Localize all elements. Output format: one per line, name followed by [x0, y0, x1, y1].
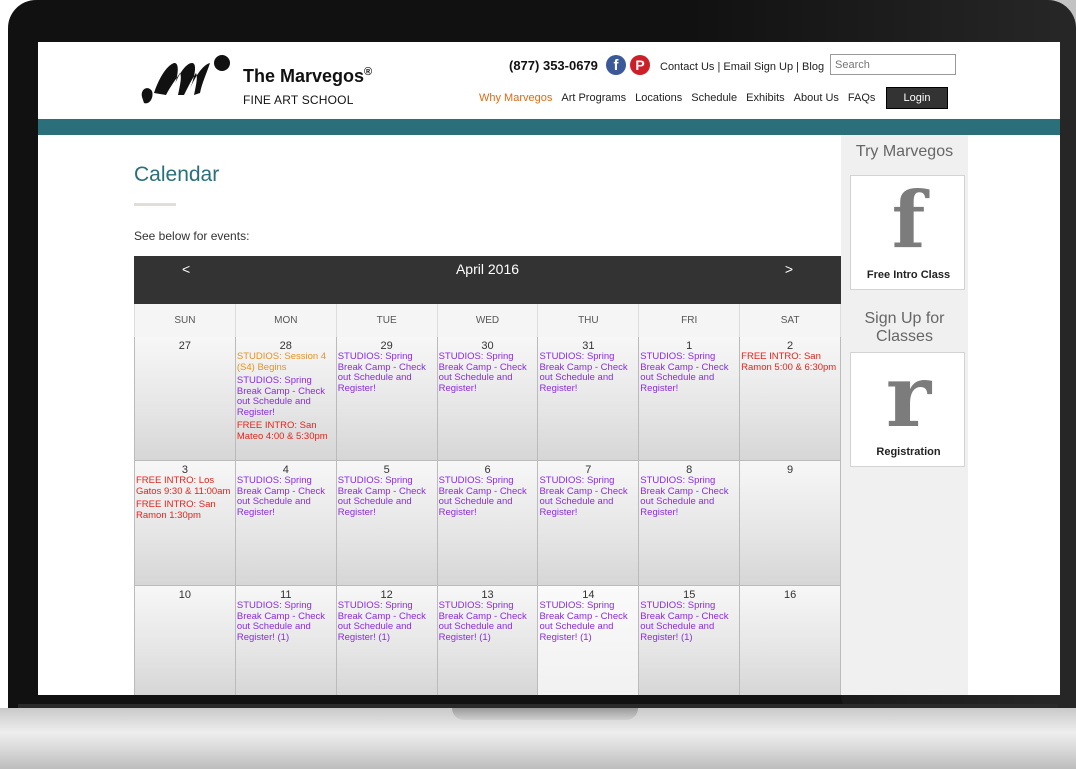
weekday-wed: WED	[438, 304, 539, 337]
header-divider-bar	[38, 119, 1060, 135]
calendar-day-cell[interactable]: 16	[740, 586, 842, 695]
calendar-event-link[interactable]: STUDIOS: Spring Break Camp - Check out S…	[237, 475, 336, 518]
next-month-button[interactable]: >	[785, 261, 793, 277]
nav-locations[interactable]: Locations	[635, 92, 682, 104]
calendar-day-cell[interactable]: 5 STUDIOS: Spring Break Camp - Check out …	[336, 461, 438, 586]
calendar-day-cell[interactable]: 15 STUDIOS: Spring Break Camp - Check out…	[639, 586, 741, 695]
calendar-event-link[interactable]: STUDIOS: Spring Break Camp - Check out S…	[237, 375, 336, 418]
calendar-day-cell[interactable]: 12 STUDIOS: Spring Break Camp - Check out…	[336, 586, 438, 695]
calendar-day-cell[interactable]: 10	[135, 586, 236, 695]
page-subtitle: See below for events:	[134, 229, 250, 243]
calendar-day-cell[interactable]: 11 STUDIOS: Spring Break Camp - Check out…	[235, 586, 337, 695]
calendar-day-cell[interactable]: 9	[740, 461, 842, 586]
nav-art-programs[interactable]: Art Programs	[561, 92, 626, 104]
pinterest-icon[interactable]: P	[630, 55, 650, 75]
calendar-day-cell[interactable]: 6 STUDIOS: Spring Break Camp - Check out …	[437, 461, 539, 586]
calendar-event-link[interactable]: STUDIOS: Spring Break Camp - Check out S…	[439, 600, 538, 643]
browser-viewport: The Marvegos® FINE ART SCHOOL (877) 353-…	[38, 42, 1060, 695]
prev-month-button[interactable]: <	[182, 261, 190, 277]
calendar-event-link[interactable]: STUDIOS: Spring Break Camp - Check out S…	[539, 600, 638, 643]
calendar: April 2016 < > SUN MON TUE WED THU FRI SAT 27 2…	[134, 256, 842, 695]
nav-why-marvegos[interactable]: Why Marvegos	[479, 92, 552, 104]
laptop-notch	[452, 708, 638, 720]
registration-label: Registration	[876, 446, 941, 458]
nav-faqs[interactable]: FAQs	[848, 92, 876, 104]
weekday-sun: SUN	[135, 304, 236, 337]
calendar-event-link[interactable]: STUDIOS: Session 4 (S4) Begins	[237, 351, 336, 373]
calendar-day-cell[interactable]: 8 STUDIOS: Spring Break Camp - Check out …	[639, 461, 741, 586]
day-number: 10	[178, 589, 192, 601]
calendar-event-link[interactable]: STUDIOS: Spring Break Camp - Check out S…	[338, 351, 437, 394]
page-title: Calendar	[134, 163, 220, 186]
weekday-fri: FRI	[639, 304, 741, 337]
calendar-week-row: 3 FREE INTRO: Los Gatos 9:30 & 11:00am FRE…	[134, 461, 842, 586]
brand-subtitle: FINE ART SCHOOL	[243, 93, 354, 107]
free-intro-card[interactable]: f Free Intro Class	[850, 175, 965, 290]
calendar-event-link[interactable]: STUDIOS: Spring Break Camp - Check out S…	[439, 351, 538, 394]
calendar-day-cell[interactable]: 1 STUDIOS: Spring Break Camp - Check out …	[639, 337, 741, 461]
calendar-week-row: 27 28 STUDIOS: Session 4 (S4) Begins STUDIO…	[134, 337, 842, 461]
calendar-day-cell[interactable]: 2 FREE INTRO: San Ramon 5:00 & 6:30pm	[740, 337, 842, 461]
weekday-tue: TUE	[337, 304, 438, 337]
nav-exhibits[interactable]: Exhibits	[746, 92, 785, 104]
try-marvegos-title: Try Marvegos	[855, 143, 954, 160]
calendar-day-cell[interactable]: 3 FREE INTRO: Los Gatos 9:30 & 11:00am FRE…	[135, 461, 236, 586]
facebook-icon[interactable]: f	[606, 55, 626, 75]
calendar-header: April 2016 < >	[134, 256, 841, 304]
free-intro-f-icon: f	[891, 175, 926, 266]
weekday-sat: SAT	[740, 304, 842, 337]
calendar-day-cell[interactable]: 4 STUDIOS: Spring Break Camp - Check out …	[235, 461, 337, 586]
calendar-event-link[interactable]: STUDIOS: Spring Break Camp - Check out S…	[439, 475, 538, 518]
calendar-grid: 27 28 STUDIOS: Session 4 (S4) Begins STUDIO…	[134, 337, 842, 695]
registration-r-icon: r	[885, 346, 932, 447]
day-number: 9	[787, 464, 794, 476]
title-underline	[134, 203, 176, 206]
main-content: Calendar See below for events: April 201…	[38, 135, 842, 695]
calendar-event-link[interactable]: STUDIOS: Spring Break Camp - Check out S…	[237, 600, 336, 643]
calendar-event-link[interactable]: STUDIOS: Spring Break Camp - Check out S…	[539, 351, 638, 394]
laptop-frame: The Marvegos® FINE ART SCHOOL (877) 353-…	[0, 0, 1076, 769]
calendar-day-cell[interactable]: 13 STUDIOS: Spring Break Camp - Check out…	[437, 586, 539, 695]
weekday-thu: THU	[538, 304, 640, 337]
registration-card[interactable]: r Registration	[850, 346, 965, 467]
main-nav: Why Marvegos Art Programs Locations Schedul…	[479, 92, 884, 104]
calendar-day-cell[interactable]: 27	[135, 337, 236, 461]
top-links[interactable]: Contact Us | Email Sign Up | Blog	[660, 61, 824, 73]
calendar-day-cell[interactable]: 31 STUDIOS: Spring Break Camp - Check out…	[538, 337, 640, 461]
calendar-day-cell[interactable]: 29 STUDIOS: Spring Break Camp - Check out…	[336, 337, 438, 461]
calendar-event-link[interactable]: STUDIOS: Spring Break Camp - Check out S…	[338, 475, 437, 518]
day-number: 27	[178, 340, 192, 352]
day-number: 16	[783, 589, 797, 601]
calendar-event-link[interactable]: STUDIOS: Spring Break Camp - Check out S…	[539, 475, 638, 518]
calendar-event-link[interactable]: STUDIOS: Spring Break Camp - Check out S…	[640, 351, 739, 394]
sidebar: Try Marvegos f Free Intro Class Sign Up …	[841, 135, 968, 695]
search-input[interactable]	[830, 54, 956, 75]
site-header: The Marvegos® FINE ART SCHOOL (877) 353-…	[38, 42, 1060, 119]
calendar-event-link[interactable]: FREE INTRO: Los Gatos 9:30 & 11:00am	[136, 475, 235, 497]
calendar-event-link[interactable]: STUDIOS: Spring Break Camp - Check out S…	[640, 475, 739, 518]
calendar-week-row: 10 11 STUDIOS: Spring Break Camp - Check o…	[134, 586, 842, 695]
calendar-event-link[interactable]: FREE INTRO: San Ramon 1:30pm	[136, 499, 235, 521]
calendar-day-cell[interactable]: 7 STUDIOS: Spring Break Camp - Check out …	[538, 461, 640, 586]
calendar-day-cell[interactable]: 28 STUDIOS: Session 4 (S4) Begins STUDIOS:…	[235, 337, 337, 461]
login-button[interactable]: Login	[886, 87, 948, 109]
phone-number[interactable]: (877) 353-0679	[509, 58, 598, 73]
calendar-day-cell[interactable]: 14 STUDIOS: Spring Break Camp - Check out…	[538, 586, 640, 695]
nav-schedule[interactable]: Schedule	[691, 92, 737, 104]
calendar-event-link[interactable]: FREE INTRO: San Ramon 5:00 & 6:30pm	[741, 351, 840, 373]
calendar-event-link[interactable]: FREE INTRO: San Mateo 4:00 & 5:30pm	[237, 420, 336, 442]
brand-name[interactable]: The Marvegos®	[243, 66, 372, 87]
weekday-mon: MON	[236, 304, 337, 337]
calendar-month-label: April 2016	[455, 261, 520, 277]
free-intro-label: Free Intro Class	[866, 269, 951, 281]
marvegos-logo-icon[interactable]	[138, 53, 236, 107]
calendar-event-link[interactable]: STUDIOS: Spring Break Camp - Check out S…	[338, 600, 437, 643]
calendar-day-cell[interactable]: 30 STUDIOS: Spring Break Camp - Check out…	[437, 337, 539, 461]
nav-about-us[interactable]: About Us	[794, 92, 839, 104]
calendar-event-link[interactable]: STUDIOS: Spring Break Camp - Check out S…	[640, 600, 739, 643]
weekday-header-row: SUN MON TUE WED THU FRI SAT	[134, 304, 842, 337]
sign-up-title: Sign Up for Classes	[864, 310, 945, 345]
